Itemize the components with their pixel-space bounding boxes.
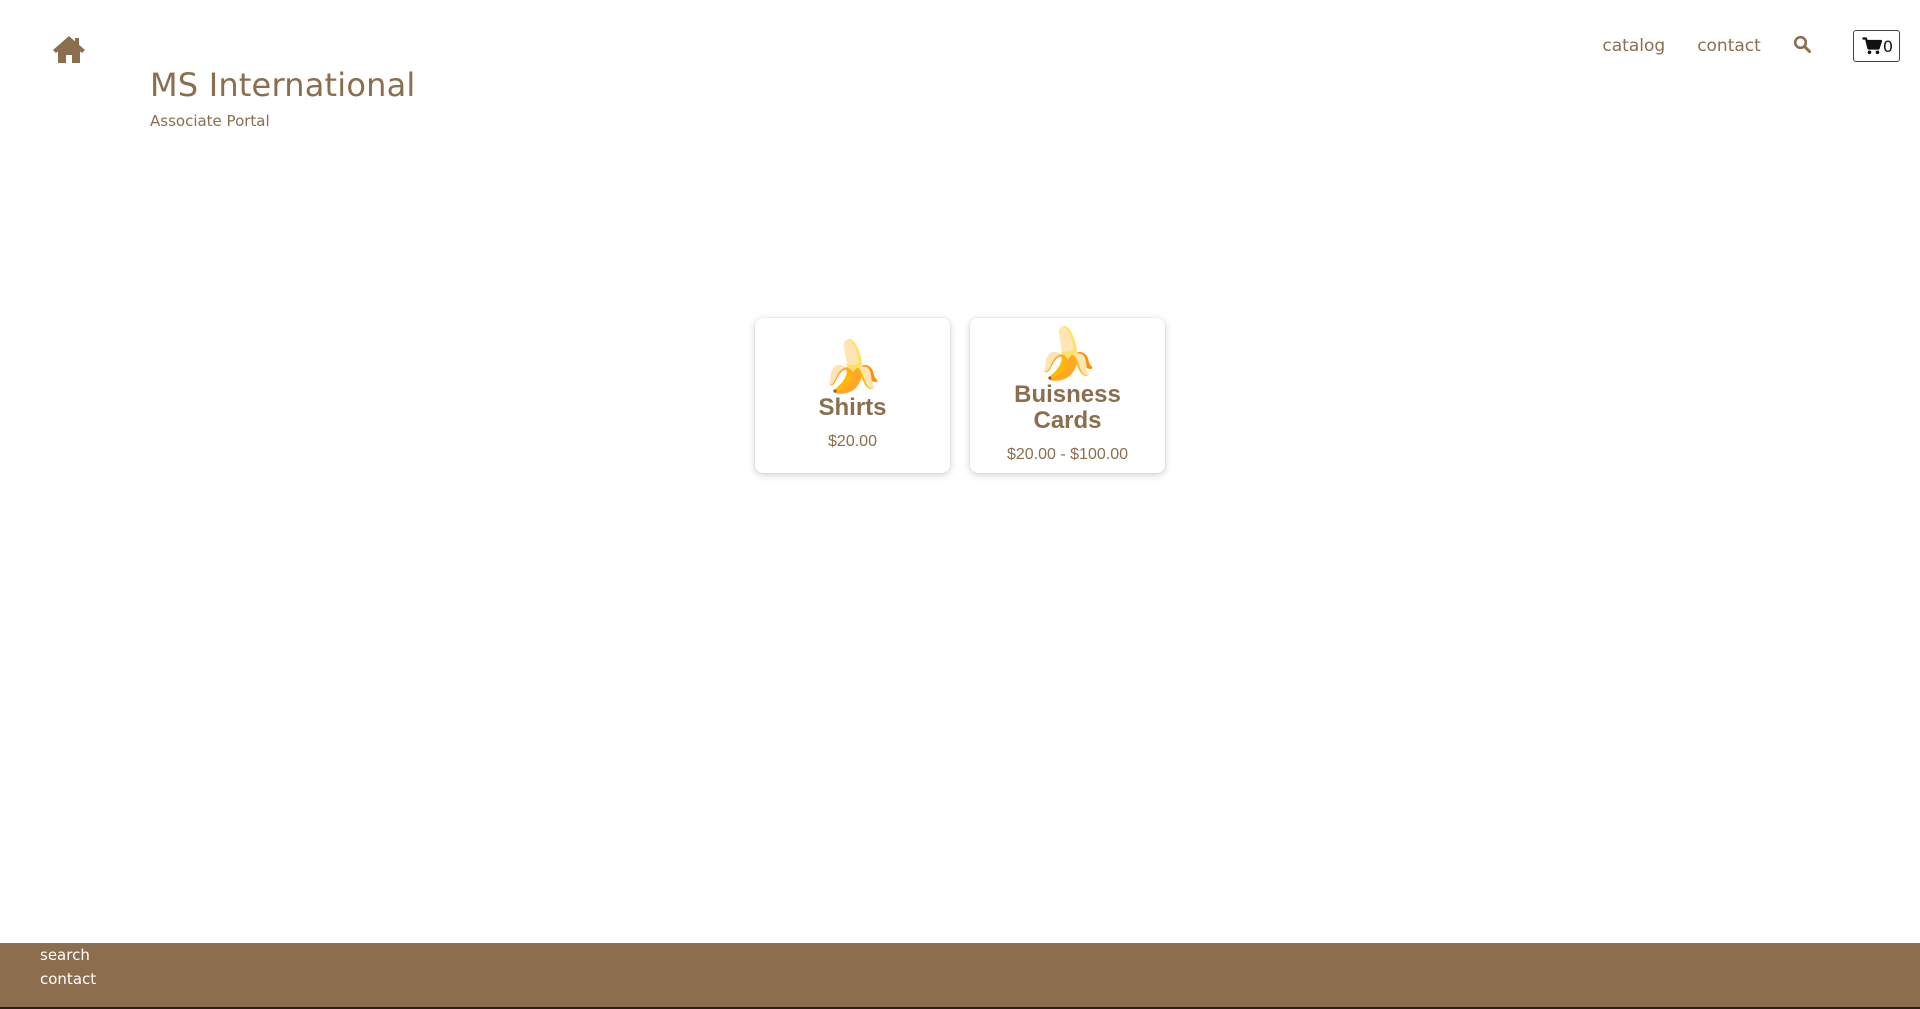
- brand-title: MS International: [150, 66, 416, 104]
- top-nav: catalog contact 0: [1602, 30, 1900, 62]
- brand: MS International Associate Portal: [150, 64, 416, 130]
- product-price: $20.00: [828, 432, 877, 450]
- footer-contact-link[interactable]: contact: [40, 967, 1920, 991]
- product-card-shirts[interactable]: 🍌 Shirts $20.00: [755, 318, 950, 473]
- cart-button[interactable]: 0: [1852, 30, 1900, 62]
- brand-subtitle: Associate Portal: [150, 112, 270, 130]
- banana-icon: 🍌: [1036, 325, 1099, 382]
- product-grid: 🍌 Shirts $20.00 🍌 Buisness Cards $20.00 …: [755, 318, 1165, 473]
- nav-catalog-link[interactable]: catalog: [1602, 36, 1665, 56]
- product-name: Shirts: [818, 393, 887, 421]
- footer-search-link[interactable]: search: [40, 943, 1920, 967]
- banana-icon: 🍌: [821, 338, 884, 395]
- nav-contact-link[interactable]: contact: [1697, 36, 1761, 56]
- home-icon: [53, 36, 85, 63]
- cart-count: 0: [1882, 36, 1893, 56]
- product-name: Buisness Cards: [1014, 380, 1121, 434]
- footer: search contact: [0, 943, 1920, 1009]
- cart-icon: [1862, 37, 1882, 55]
- search-icon: [1793, 35, 1811, 53]
- home-link[interactable]: [52, 34, 86, 64]
- page: MS International Associate Portal catalo…: [0, 0, 1920, 1009]
- product-card-business-cards[interactable]: 🍌 Buisness Cards $20.00 - $100.00: [970, 318, 1165, 473]
- product-price: $20.00 - $100.00: [1007, 445, 1128, 463]
- search-button[interactable]: [1793, 35, 1815, 57]
